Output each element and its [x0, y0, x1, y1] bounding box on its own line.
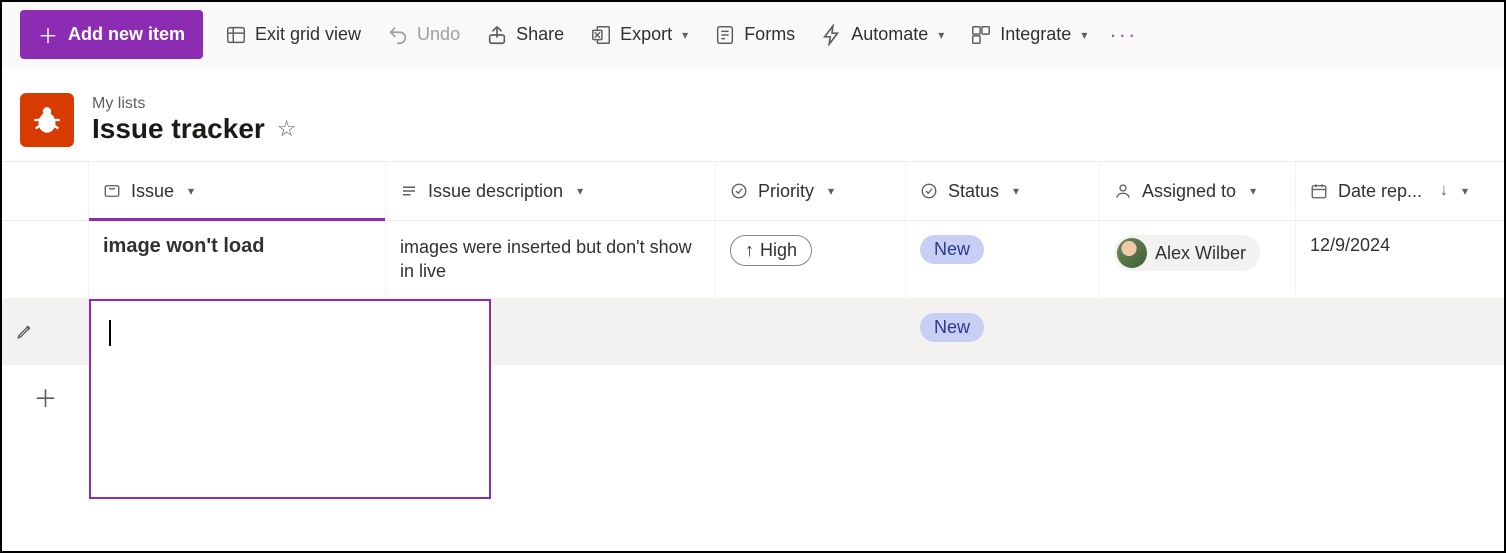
priority-label: High — [760, 240, 797, 261]
cell-issue[interactable]: image won't load — [89, 221, 386, 298]
cell-priority[interactable] — [716, 299, 906, 364]
issue-title-input[interactable] — [89, 299, 491, 499]
grid-icon — [225, 24, 247, 46]
table-row-editing[interactable]: New — [2, 299, 1504, 365]
priority-badge: ↑ High — [730, 235, 812, 266]
page-title: Issue tracker — [92, 113, 265, 145]
toolbar: ＋ Add new item Exit grid view Undo Share… — [2, 2, 1504, 67]
excel-icon — [590, 24, 612, 46]
integrate-label: Integrate — [1000, 24, 1071, 45]
exit-grid-view-label: Exit grid view — [255, 24, 361, 45]
column-label: Assigned to — [1142, 181, 1236, 202]
chevron-down-icon: ▾ — [1081, 28, 1087, 42]
chevron-down-icon[interactable]: ▾ — [577, 184, 583, 198]
chevron-down-icon[interactable]: ▾ — [1013, 184, 1019, 198]
automate-icon — [821, 24, 843, 46]
arrow-up-icon: ↑ — [745, 240, 754, 261]
undo-icon — [387, 24, 409, 46]
breadcrumb[interactable]: My lists — [92, 95, 297, 113]
undo-label: Undo — [417, 24, 460, 45]
row-gutter — [2, 299, 89, 364]
cell-date-reported[interactable] — [1296, 299, 1494, 364]
integrate-button[interactable]: Integrate ▾ — [966, 18, 1091, 52]
automate-button[interactable]: Automate ▾ — [817, 18, 948, 52]
chevron-down-icon[interactable]: ▾ — [1250, 184, 1256, 198]
more-options-button[interactable]: ··· — [1109, 22, 1137, 48]
issue-title: image won't load — [103, 235, 264, 258]
undo-button: Undo — [383, 18, 464, 52]
cell-status[interactable]: New — [906, 299, 1100, 364]
share-icon — [486, 24, 508, 46]
plus-icon: ＋ — [38, 20, 58, 49]
cell-date-reported[interactable]: 12/9/2024 — [1296, 221, 1494, 298]
choice-column-icon — [730, 182, 748, 200]
list-header: My lists Issue tracker ☆ — [2, 67, 1504, 161]
column-label: Issue — [131, 181, 174, 202]
list-bug-icon — [20, 93, 74, 147]
issue-description: images were inserted but don't show in l… — [400, 235, 701, 284]
column-label: Priority — [758, 181, 814, 202]
chevron-down-icon[interactable]: ▾ — [1462, 184, 1468, 198]
column-label: Status — [948, 181, 999, 202]
table-row[interactable]: image won't load images were inserted bu… — [2, 221, 1504, 299]
column-header-date-reported[interactable]: Date rep... ↓ ▾ — [1296, 162, 1494, 220]
gutter — [2, 162, 89, 220]
date-value: 12/9/2024 — [1310, 235, 1390, 256]
status-badge: New — [920, 235, 984, 264]
export-button[interactable]: Export ▾ — [586, 18, 692, 52]
column-header-issue[interactable]: Issue ▾ — [89, 162, 386, 220]
column-header-assigned-to[interactable]: Assigned to ▾ — [1100, 162, 1296, 220]
multiline-text-icon — [400, 182, 418, 200]
plus-icon[interactable]: ＋ — [34, 379, 58, 414]
favorite-star-icon[interactable]: ☆ — [277, 116, 297, 142]
forms-label: Forms — [744, 24, 795, 45]
edit-icon — [16, 322, 34, 340]
date-column-icon — [1310, 182, 1328, 200]
column-header-description[interactable]: Issue description ▾ — [386, 162, 716, 220]
column-header-row: Issue ▾ Issue description ▾ Priority ▾ S… — [2, 161, 1504, 221]
share-label: Share — [516, 24, 564, 45]
chevron-down-icon: ▾ — [682, 28, 688, 42]
person-column-icon — [1114, 182, 1132, 200]
integrate-icon — [970, 24, 992, 46]
column-label: Issue description — [428, 181, 563, 202]
column-header-status[interactable]: Status ▾ — [906, 162, 1100, 220]
row-gutter — [2, 221, 89, 298]
column-header-priority[interactable]: Priority ▾ — [716, 162, 906, 220]
avatar — [1117, 238, 1147, 268]
export-label: Export — [620, 24, 672, 45]
share-button[interactable]: Share — [482, 18, 568, 52]
assignee-name: Alex Wilber — [1155, 243, 1246, 264]
forms-button[interactable]: Forms — [710, 18, 799, 52]
assignee-chip: Alex Wilber — [1114, 235, 1260, 271]
choice-column-icon — [920, 182, 938, 200]
add-new-item-button[interactable]: ＋ Add new item — [20, 10, 203, 59]
status-badge: New — [920, 313, 984, 342]
chevron-down-icon[interactable]: ▾ — [188, 184, 194, 198]
sort-descending-icon[interactable]: ↓ — [1440, 182, 1448, 200]
add-new-item-label: Add new item — [68, 24, 185, 45]
cell-status[interactable]: New — [906, 221, 1100, 298]
text-column-icon — [103, 182, 121, 200]
chevron-down-icon: ▾ — [938, 28, 944, 42]
cell-assigned-to[interactable] — [1100, 299, 1296, 364]
text-cursor — [109, 320, 111, 346]
cell-assigned-to[interactable]: Alex Wilber — [1100, 221, 1296, 298]
cell-description[interactable]: images were inserted but don't show in l… — [386, 221, 716, 298]
column-label: Date rep... — [1338, 181, 1422, 202]
forms-icon — [714, 24, 736, 46]
automate-label: Automate — [851, 24, 928, 45]
chevron-down-icon[interactable]: ▾ — [828, 184, 834, 198]
cell-priority[interactable]: ↑ High — [716, 221, 906, 298]
exit-grid-view-button[interactable]: Exit grid view — [221, 18, 365, 52]
